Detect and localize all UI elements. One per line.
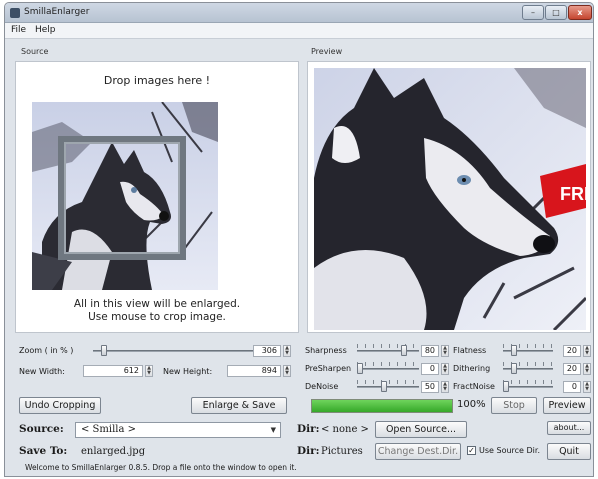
source-label: Source — [21, 47, 49, 56]
enlarge-save-button[interactable]: Enlarge & Save — [191, 397, 287, 414]
husky-preview: FREE — [314, 68, 586, 330]
presharpen-track — [357, 368, 419, 370]
width-spinner[interactable]: ▲ ▼ — [145, 365, 153, 377]
denoise-slider-handle[interactable] — [380, 381, 387, 392]
open-source-button[interactable]: Open Source... — [375, 421, 467, 438]
presharpen-label: PreSharpen — [305, 364, 352, 373]
flatness-label: Flatness — [453, 346, 487, 355]
fractnoise-track — [503, 386, 553, 388]
zoom-label: Zoom ( in % ) — [19, 346, 74, 355]
zoom-track — [93, 350, 253, 352]
chevron-down-icon: ▼ — [270, 426, 276, 434]
denoise-spinner[interactable]: ▲ ▼ — [441, 381, 449, 393]
zoom-value-field[interactable]: 306 — [253, 345, 281, 357]
width-field[interactable]: 612 — [83, 365, 143, 377]
denoise-track — [357, 386, 419, 388]
save-to-label: Save To: — [19, 445, 68, 457]
source-select[interactable]: < Smilla > ▼ — [75, 422, 281, 438]
dithering-spinner[interactable]: ▲ ▼ — [583, 363, 591, 375]
flatness-value-field[interactable]: 20 — [563, 345, 581, 357]
dithering-slider-handle[interactable] — [510, 363, 517, 374]
app-icon — [10, 8, 20, 18]
menu-file[interactable]: File — [11, 25, 26, 35]
use-source-dir-label: Use Source Dir. — [479, 446, 540, 455]
source-dir-label: Dir: — [297, 423, 320, 435]
menu-help[interactable]: Help — [35, 25, 56, 35]
presharpen-value-field[interactable]: 0 — [421, 363, 439, 375]
height-field[interactable]: 894 — [227, 365, 281, 377]
undo-cropping-button[interactable]: Undo Cropping — [19, 397, 101, 414]
preview-button[interactable]: Preview — [543, 397, 591, 414]
fractnoise-value-field[interactable]: 0 — [563, 381, 581, 393]
progress-percent: 100% — [457, 399, 486, 410]
dithering-label: Dithering — [453, 364, 491, 373]
dithering-value-field[interactable]: 20 — [563, 363, 581, 375]
denoise-value-field[interactable]: 50 — [421, 381, 439, 393]
stop-button[interactable]: Stop — [491, 397, 537, 414]
status-bar-text: Welcome to SmillaEnlarger 0.8.5. Drop a … — [25, 463, 297, 472]
denoise-label: DeNoise — [305, 382, 339, 391]
app-window: SmillaEnlarger – □ x File Help Source Pr… — [4, 2, 594, 477]
zoom-spinner[interactable]: ▲ ▼ — [283, 345, 291, 357]
save-dir-label: Dir: — [297, 445, 320, 457]
drop-hint: Drop images here ! — [103, 74, 211, 87]
progress-fill — [312, 400, 452, 412]
height-spinner[interactable]: ▲ ▼ — [283, 365, 291, 377]
fractnoise-label: FractNoise — [453, 382, 495, 391]
free-banner: FREE — [560, 184, 586, 204]
save-dir-value: Pictures — [321, 446, 363, 457]
menu-bar: File Help — [5, 23, 593, 39]
sharpness-value-field[interactable]: 80 — [421, 345, 439, 357]
source-image[interactable] — [32, 102, 218, 290]
width-label: New Width: — [19, 367, 65, 376]
presharpen-ticks — [357, 362, 419, 366]
about-button[interactable]: about... — [547, 421, 591, 435]
preview-label: Preview — [311, 47, 343, 56]
maximize-button[interactable]: □ — [545, 5, 567, 20]
fractnoise-slider-handle[interactable] — [503, 381, 509, 392]
minimize-button[interactable]: – — [522, 5, 544, 20]
progress-bar — [311, 399, 453, 413]
zoom-slider-handle[interactable] — [100, 345, 107, 356]
fractnoise-spinner[interactable]: ▲ ▼ — [583, 381, 591, 393]
title-bar: SmillaEnlarger – □ x — [5, 3, 593, 23]
sharpness-label: Sharpness — [305, 346, 347, 355]
source-row-label: Source: — [19, 423, 64, 435]
source-view[interactable]: Drop images here ! All in this view will… — [15, 61, 299, 333]
sharpness-spinner[interactable]: ▲ ▼ — [441, 345, 449, 357]
preview-view: FREE — [307, 61, 591, 333]
flatness-slider-handle[interactable] — [510, 345, 517, 356]
source-select-value: < Smilla > — [81, 424, 137, 435]
fractnoise-ticks — [503, 380, 553, 384]
height-label: New Height: — [163, 367, 213, 376]
use-source-dir-checkbox[interactable]: ✓ — [467, 446, 476, 455]
source-dir-value: < none > — [321, 424, 369, 435]
sharpness-slider-handle[interactable] — [400, 345, 407, 356]
sharpness-ticks — [357, 344, 419, 348]
denoise-ticks — [357, 380, 419, 384]
save-filename[interactable]: enlarged.jpg — [81, 446, 145, 457]
flatness-spinner[interactable]: ▲ ▼ — [583, 345, 591, 357]
window-title: SmillaEnlarger — [24, 7, 90, 17]
presharpen-spinner[interactable]: ▲ ▼ — [441, 363, 449, 375]
enlarge-hint: All in this view will be enlarged. Use m… — [73, 298, 241, 323]
presharpen-slider-handle[interactable] — [357, 363, 363, 374]
quit-button[interactable]: Quit — [547, 443, 591, 460]
crop-rectangle[interactable] — [58, 136, 186, 260]
sharpness-track — [357, 350, 419, 352]
change-dest-dir-button[interactable]: Change Dest.Dir. — [375, 443, 461, 460]
close-button[interactable]: x — [568, 5, 592, 20]
